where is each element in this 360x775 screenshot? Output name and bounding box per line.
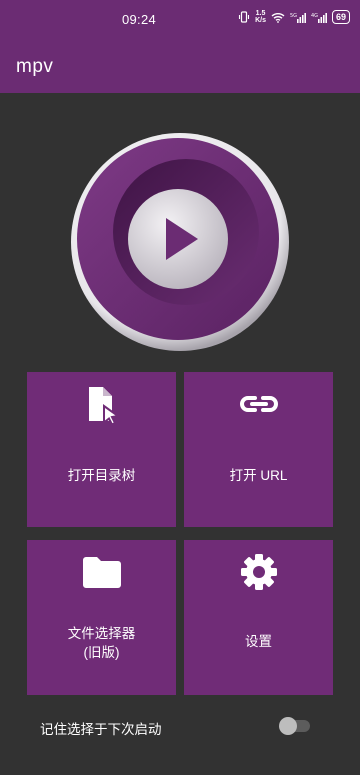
svg-text:4G: 4G [311, 13, 318, 19]
file-picker-button[interactable]: 文件选择器 (旧版) [27, 540, 176, 695]
gear-icon [239, 552, 279, 592]
battery-level: 69 [335, 12, 346, 22]
file-picker-label-line1: 文件选择器 [67, 626, 136, 641]
file-picker-label: 文件选择器 (旧版) [27, 624, 176, 662]
app-title: mpv [16, 56, 54, 77]
mpv-logo-icon [71, 133, 289, 351]
status-time: 09:24 [122, 12, 157, 27]
status-icons: 1.5 K/s 5G 4G 69 [238, 10, 350, 24]
open-tree-label: 打开目录树 [67, 468, 136, 483]
folder-icon [81, 552, 123, 592]
open-url-label: 打开 URL [229, 468, 288, 483]
open-url-button[interactable]: 打开 URL [184, 372, 333, 527]
status-bar: 09:24 1.5 K/s 5G 4G 69 [0, 0, 360, 40]
link-icon [238, 384, 280, 424]
svg-text:5G: 5G [290, 13, 297, 19]
battery-icon: 69 [331, 10, 350, 24]
remember-choice-toggle[interactable] [279, 717, 310, 735]
file-picker-label-line2: (旧版) [83, 645, 120, 660]
open-tree-button[interactable]: 打开目录树 [27, 372, 176, 527]
settings-label: 设置 [245, 634, 272, 649]
5g-signal-icon: 5G [290, 12, 306, 23]
toggle-thumb [279, 717, 297, 735]
wifi-icon [271, 12, 285, 23]
remember-choice-label: 记住选择于下次启动 [40, 722, 162, 737]
settings-button[interactable]: 设置 [184, 540, 333, 695]
app-bar: mpv [0, 40, 360, 93]
vibrate-icon [238, 11, 250, 23]
net-speed: 1.5 K/s [255, 10, 266, 24]
file-cursor-icon [82, 384, 122, 424]
4g-signal-icon: 4G [311, 12, 327, 23]
